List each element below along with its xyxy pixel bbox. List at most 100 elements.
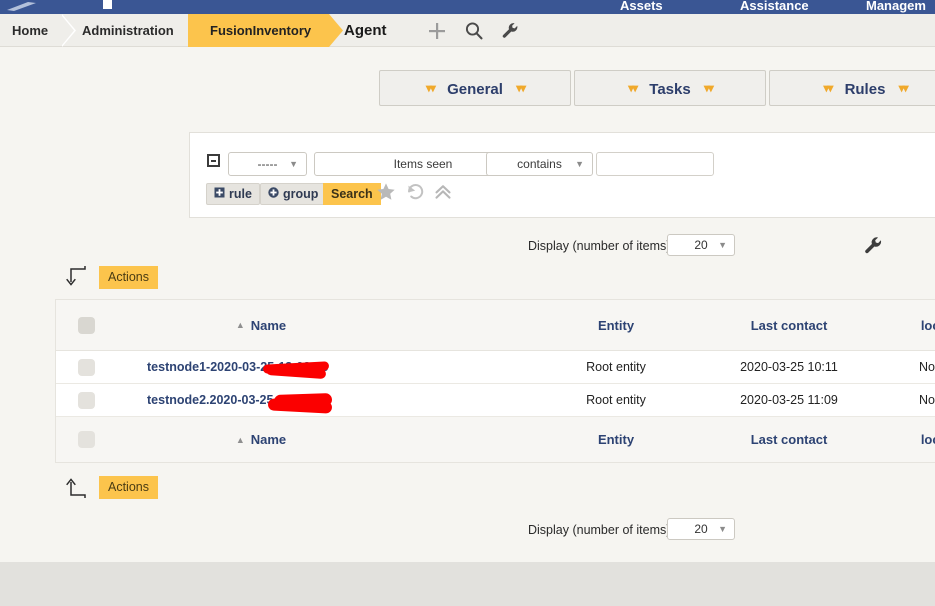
table-header-row: ▲ Name Entity Last contact locked: [56, 300, 935, 351]
row-name-cell: testnode2.2020-03-25-14-05-18: [116, 384, 516, 416]
star-icon[interactable]: [375, 181, 397, 203]
agents-table: ▲ Name Entity Last contact locked testno…: [55, 299, 935, 463]
column-header-entity[interactable]: Entity: [556, 300, 676, 350]
top-menu-management[interactable]: Managem: [866, 0, 926, 13]
search-operator-select[interactable]: contains ▼: [486, 152, 593, 176]
agent-name-link[interactable]: testnode1-2020-03-25-13-08-36: [116, 360, 328, 374]
column-footer-entity[interactable]: Entity: [556, 417, 676, 462]
display-count-label-bottom: Display (number of items): [528, 523, 671, 537]
row-locked-cell: No: [919, 360, 935, 374]
tab-tasks[interactable]: ▾▾ Tasks ▾▾: [574, 70, 766, 106]
column-footer-locked[interactable]: locked: [882, 417, 935, 462]
plus-icon[interactable]: [427, 21, 447, 41]
search-panel: ----- ▼ Items seen ▼ contains ▼ rule gro…: [189, 132, 935, 218]
search-value-input[interactable]: [596, 152, 714, 176]
column-footer-locked-label: locked: [920, 432, 935, 447]
select-all-checkbox-cell[interactable]: [56, 300, 116, 350]
select-all-checkbox-cell-bottom[interactable]: [56, 417, 116, 462]
agent-name-suffix: -2020-03-25-13-08-36: [206, 360, 329, 374]
column-footer-last-contact[interactable]: Last contact: [704, 417, 874, 462]
breadcrumb-item-home-label: Home: [12, 23, 49, 38]
row-entity-cell: Root entity: [586, 393, 646, 407]
add-rule-label: rule: [229, 187, 252, 201]
chevron-double-down-icon: ▾▾: [516, 81, 526, 95]
row-last-contact-cell: 2020-03-25 10:11: [740, 360, 838, 374]
circle-plus-icon: [268, 184, 279, 204]
agent-name-link[interactable]: testnode2.2020-03-25-14-05-18: [116, 393, 328, 407]
display-count-label-top: Display (number of items): [528, 239, 671, 253]
column-header-last-contact[interactable]: Last contact: [704, 300, 874, 350]
tab-general-label: General: [447, 81, 503, 98]
breadcrumb-item-administration[interactable]: Administration: [62, 14, 202, 47]
row-checkbox-cell[interactable]: [56, 351, 116, 383]
search-link-operator-value: -----: [257, 157, 278, 171]
chevron-down-icon: ▼: [289, 159, 298, 169]
square-plus-icon: [214, 184, 225, 204]
breadcrumb-item-home[interactable]: Home: [0, 14, 77, 47]
tab-tasks-label: Tasks: [649, 81, 691, 98]
row-checkbox-cell[interactable]: [56, 384, 116, 416]
page-title: Agent: [344, 22, 387, 39]
search-icon[interactable]: [464, 21, 484, 41]
footer-band: [0, 562, 935, 606]
column-header-locked[interactable]: locked: [882, 300, 935, 350]
breadcrumb: Home Administration FusionInventory Agen…: [0, 14, 935, 47]
table-row[interactable]: testnode1-2020-03-25-13-08-36 Root entit…: [56, 351, 935, 384]
search-button[interactable]: Search: [323, 183, 381, 205]
actions-button-bottom[interactable]: Actions: [99, 476, 158, 499]
glpi-logo-icon[interactable]: [6, 1, 52, 13]
row-last-contact-cell: 2020-03-25 11:09: [740, 393, 838, 407]
select-all-checkbox[interactable]: [77, 316, 95, 334]
add-rule-button[interactable]: rule: [206, 183, 260, 205]
sort-ascending-icon: ▲: [235, 320, 245, 330]
sort-ascending-icon: ▲: [235, 434, 245, 445]
column-header-name-label: Name: [250, 317, 287, 333]
table-row[interactable]: testnode2.2020-03-25-14-05-18 Root entit…: [56, 384, 935, 417]
column-header-locked-label: locked: [920, 317, 935, 333]
add-group-label: group: [283, 187, 319, 201]
column-footer-name[interactable]: ▲ Name: [116, 417, 516, 462]
display-count-value-top: 20: [694, 238, 708, 252]
chevron-double-down-icon: ▾▾: [703, 81, 714, 95]
chevron-double-down-icon: ▾▾: [425, 81, 436, 95]
row-checkbox[interactable]: [77, 358, 95, 376]
chevron-double-down-icon: ▾▾: [823, 81, 833, 95]
agent-name-suffix: 2020-03-25-14-05-18: [209, 393, 328, 407]
row-name-cell: testnode1-2020-03-25-13-08-36: [116, 351, 516, 383]
row-checkbox[interactable]: [77, 391, 95, 409]
tab-rules[interactable]: ▾▾ Rules ▾▾: [769, 70, 935, 106]
column-footer-name-label: Name: [250, 432, 287, 447]
chevron-down-icon: ▼: [718, 240, 727, 250]
search-field-value: Items seen: [393, 157, 453, 171]
chevron-down-icon: ▼: [718, 524, 727, 534]
top-menu-assets[interactable]: Assets: [620, 0, 663, 13]
menu-marker-icon: [103, 0, 112, 9]
tab-rules-label: Rules: [844, 81, 886, 98]
select-all-checkbox-bottom[interactable]: [77, 431, 95, 448]
undo-icon[interactable]: [404, 181, 426, 203]
top-menu-assistance[interactable]: Assistance: [740, 0, 809, 13]
display-count-select-top[interactable]: 20 ▼: [667, 234, 735, 256]
wrench-icon[interactable]: [500, 21, 520, 41]
column-footer-entity-label: Entity: [597, 432, 635, 447]
column-header-entity-label: Entity: [597, 317, 635, 333]
arrow-up-hook-icon: [62, 474, 88, 500]
chevron-double-up-icon[interactable]: [432, 181, 454, 203]
row-locked-cell: No: [919, 393, 935, 407]
arrow-down-hook-icon: [62, 264, 88, 290]
actions-button-top[interactable]: Actions: [99, 266, 158, 289]
table-footer-header-row: ▲ Name Entity Last contact locked: [56, 417, 935, 462]
breadcrumb-item-administration-label: Administration: [82, 23, 174, 38]
search-link-operator-select[interactable]: ----- ▼: [228, 152, 307, 176]
agent-name-prefix: testnode2.: [147, 393, 210, 407]
display-count-select-bottom[interactable]: 20 ▼: [667, 518, 735, 540]
display-count-value-bottom: 20: [694, 522, 708, 536]
wrench-icon[interactable]: [862, 235, 884, 257]
breadcrumb-item-fusioninventory[interactable]: FusionInventory: [188, 14, 344, 47]
add-group-button[interactable]: group: [260, 183, 327, 205]
tab-general[interactable]: ▾▾ General ▾▾: [379, 70, 571, 106]
agent-name-prefix: testnode1: [147, 360, 207, 374]
collapse-minus-icon[interactable]: [207, 154, 220, 167]
column-header-name[interactable]: ▲ Name: [116, 300, 516, 350]
row-entity-cell: Root entity: [586, 360, 646, 374]
